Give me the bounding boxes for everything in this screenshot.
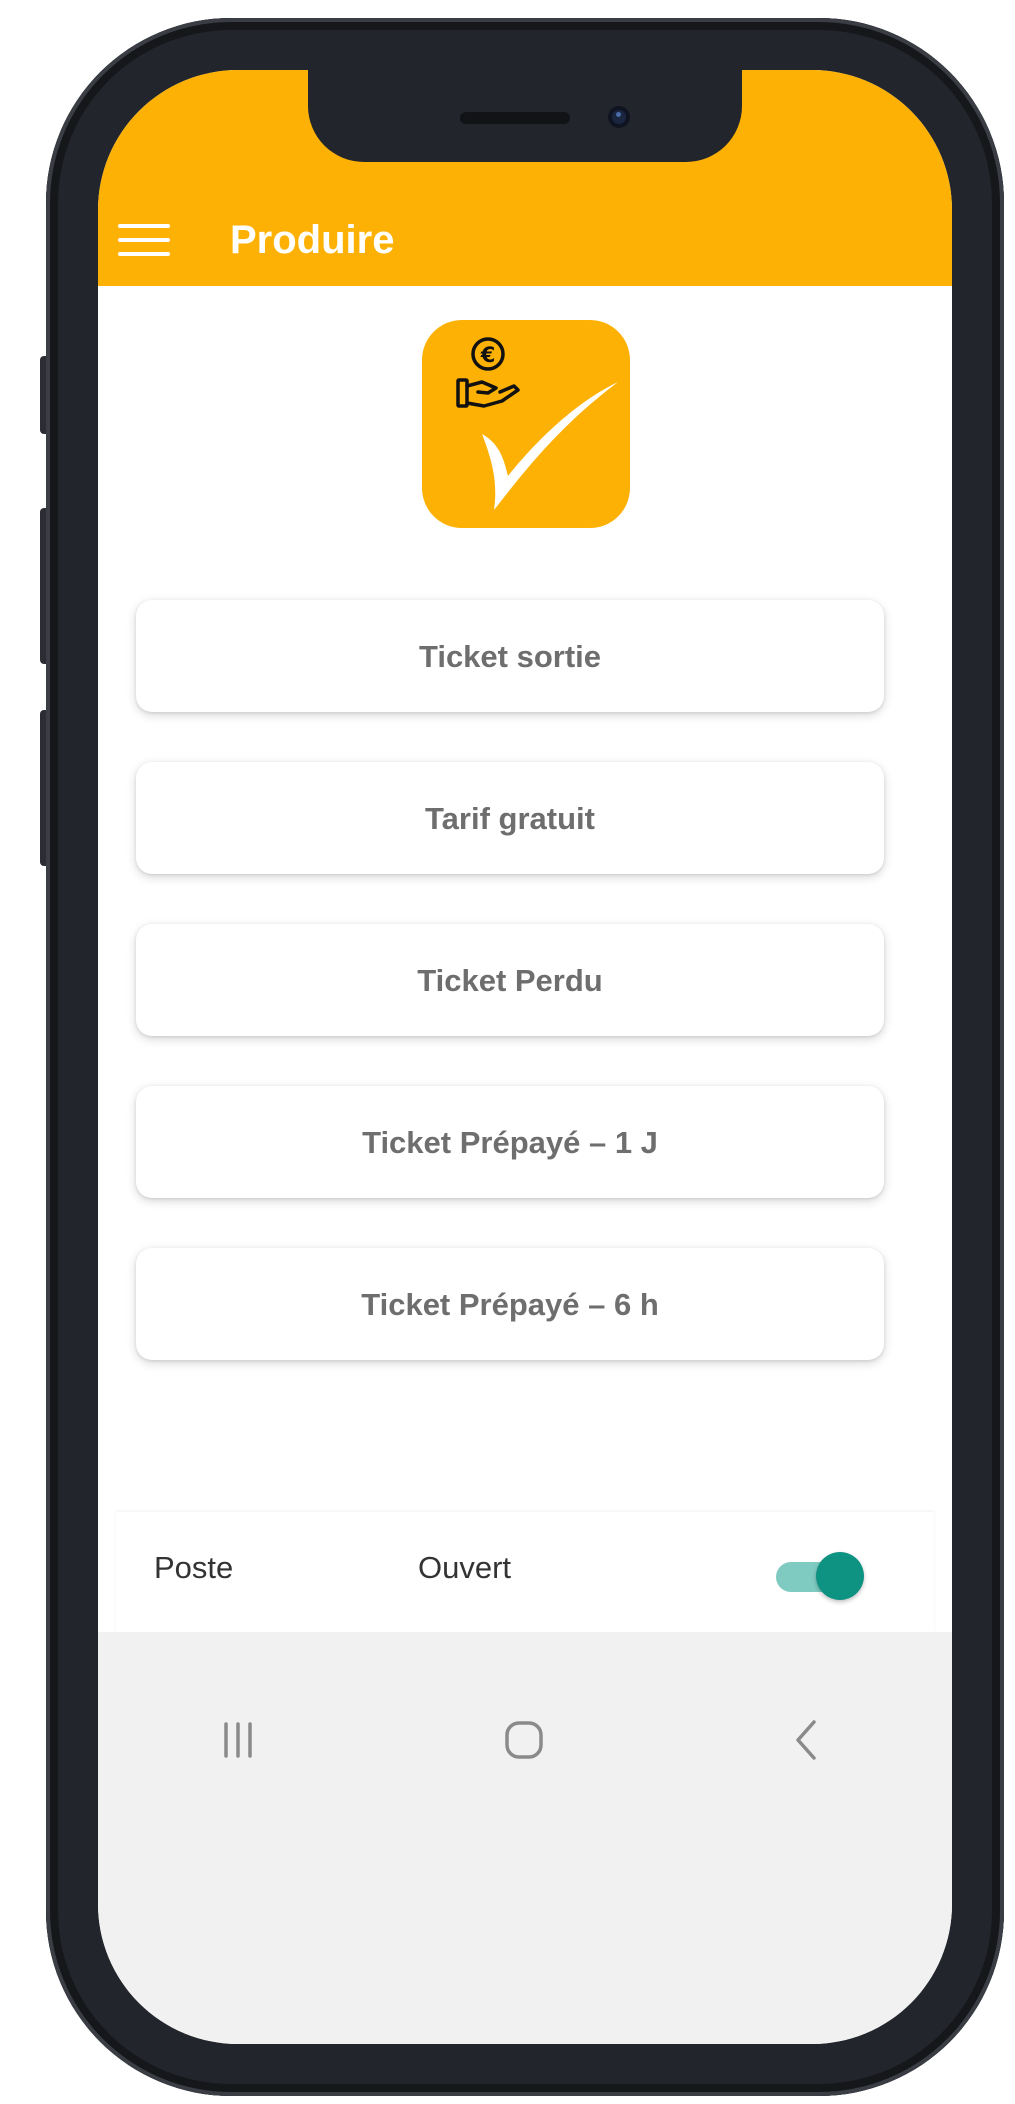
post-toggle-switch[interactable] [772, 1550, 868, 1602]
notch [308, 70, 742, 162]
phone-frame: Produire € Ticket sortie Tarif gratuit T… [46, 18, 1004, 2096]
phone-screen: Produire € Ticket sortie Tarif gratuit T… [98, 70, 952, 2044]
device-stage: Produire € Ticket sortie Tarif gratuit T… [0, 0, 1015, 2104]
ticket-perdu-button[interactable]: Ticket Perdu [136, 924, 884, 1036]
earpiece-speaker [460, 112, 570, 124]
back-icon[interactable] [768, 1700, 848, 1780]
recent-apps-icon[interactable] [198, 1700, 278, 1780]
post-status-value: Ouvert [418, 1550, 512, 1585]
ticket-prepaye-1j-button[interactable]: Ticket Prépayé – 1 J [136, 1086, 884, 1198]
hamburger-menu-icon[interactable] [118, 222, 170, 258]
page-title: Produire [230, 218, 395, 262]
post-status-bar: Poste Ouvert [116, 1512, 934, 1632]
ticket-prepaye-6h-button[interactable]: Ticket Prépayé – 6 h [136, 1248, 884, 1360]
hand-euro-checkmark-icon: € [456, 337, 618, 510]
app-logo: € [422, 320, 630, 528]
ticket-sortie-button[interactable]: Ticket sortie [136, 600, 884, 712]
tarif-gratuit-button[interactable]: Tarif gratuit [136, 762, 884, 874]
toggle-thumb [816, 1552, 864, 1600]
system-nav-bar [98, 1632, 952, 2044]
ticket-menu: Ticket sortie Tarif gratuit Ticket Perdu… [136, 600, 884, 1410]
svg-text:€: € [480, 343, 496, 367]
post-label: Poste [154, 1550, 234, 1585]
home-icon[interactable] [484, 1700, 564, 1780]
front-camera [608, 106, 630, 128]
